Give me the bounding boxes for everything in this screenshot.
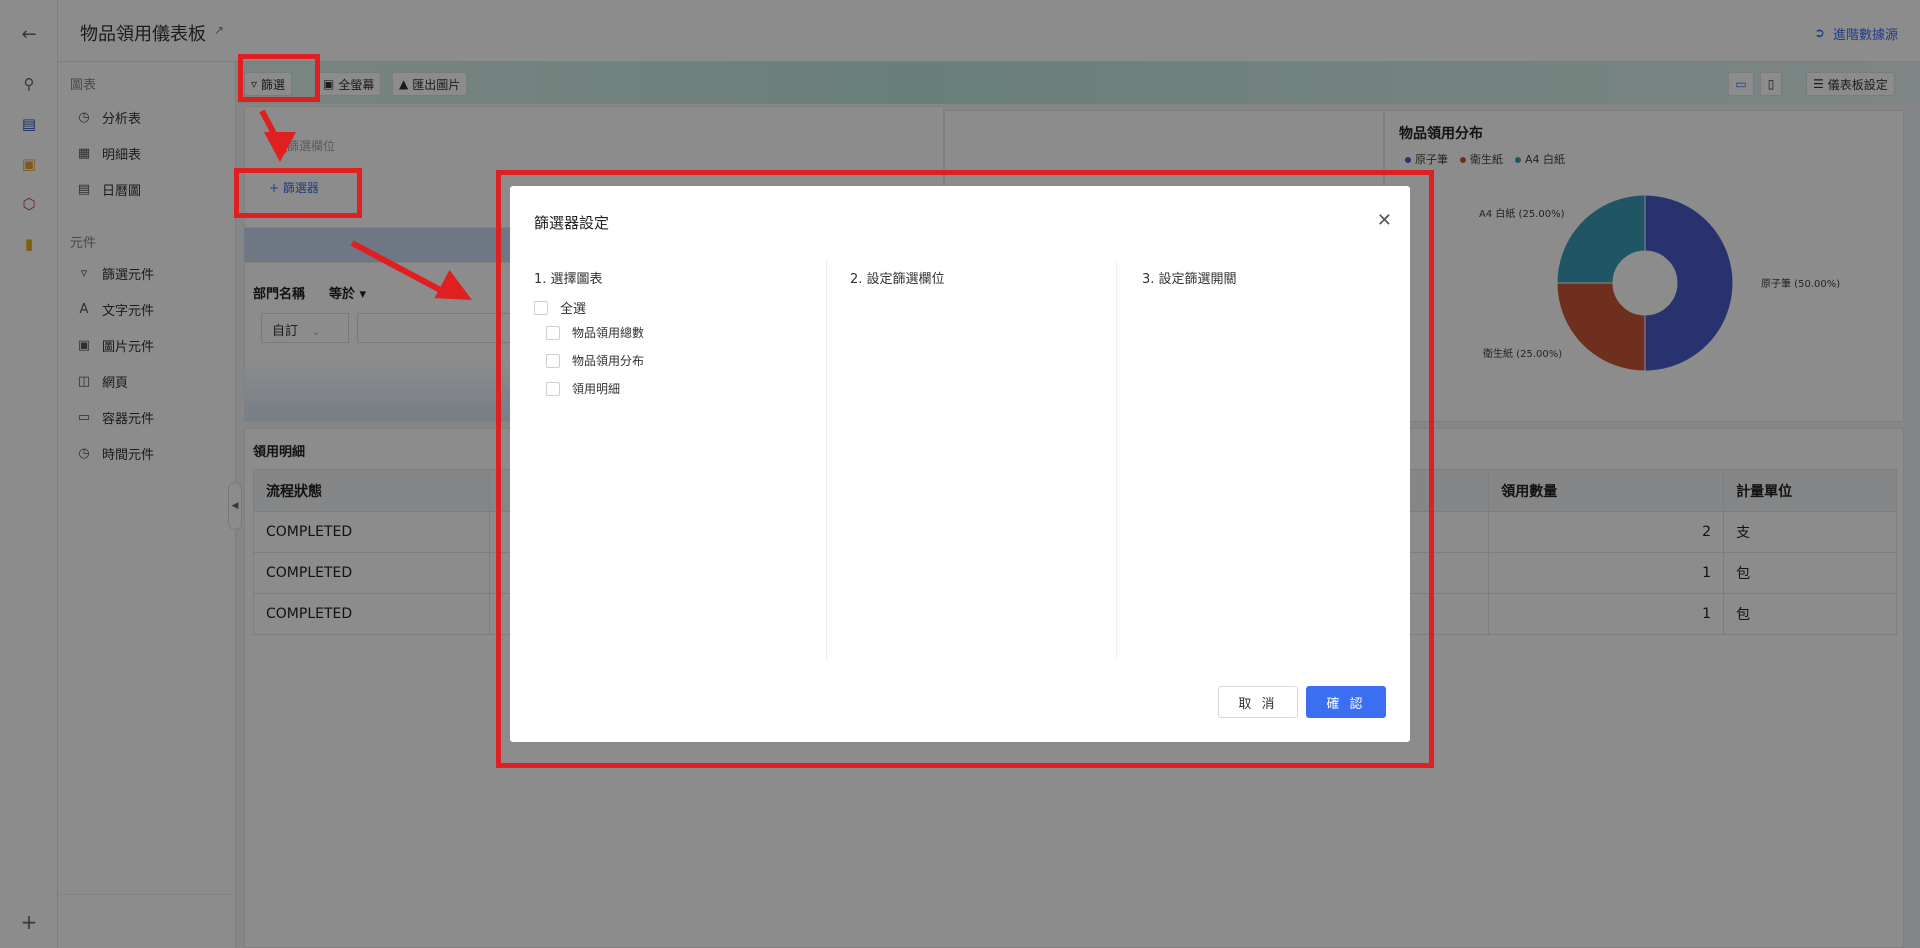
checkbox-icon [534,300,548,315]
chart-checkbox[interactable]: 物品領用分布 [546,352,644,369]
step-2-heading: 2. 設定篩選欄位 [850,272,945,287]
annotation-arrow-head [264,132,296,162]
column-divider [1116,260,1117,660]
step-3-heading: 3. 設定篩選開關 [1142,272,1237,287]
column-divider [826,260,827,660]
select-all-checkbox[interactable]: 全選 [534,298,586,317]
modal-title: 篩選器設定 [534,214,610,232]
filter-settings-modal: 篩選器設定 ✕ 1. 選擇圖表 2. 設定篩選欄位 3. 設定篩選開關 全選 物… [510,186,1410,742]
chart-checkbox[interactable]: 物品領用總數 [546,324,644,341]
close-icon[interactable]: ✕ [1377,210,1392,231]
chart-checkbox[interactable]: 領用明細 [546,380,620,397]
checkbox-icon [546,381,560,396]
step-1-heading: 1. 選擇圖表 [534,272,603,287]
confirm-button[interactable]: 確 認 [1306,686,1386,718]
cancel-button[interactable]: 取 消 [1218,686,1298,718]
checkbox-icon [546,325,560,340]
annotation-box-filter [238,54,320,102]
annotation-box-add-filter [234,168,362,218]
checkbox-icon [546,353,560,368]
